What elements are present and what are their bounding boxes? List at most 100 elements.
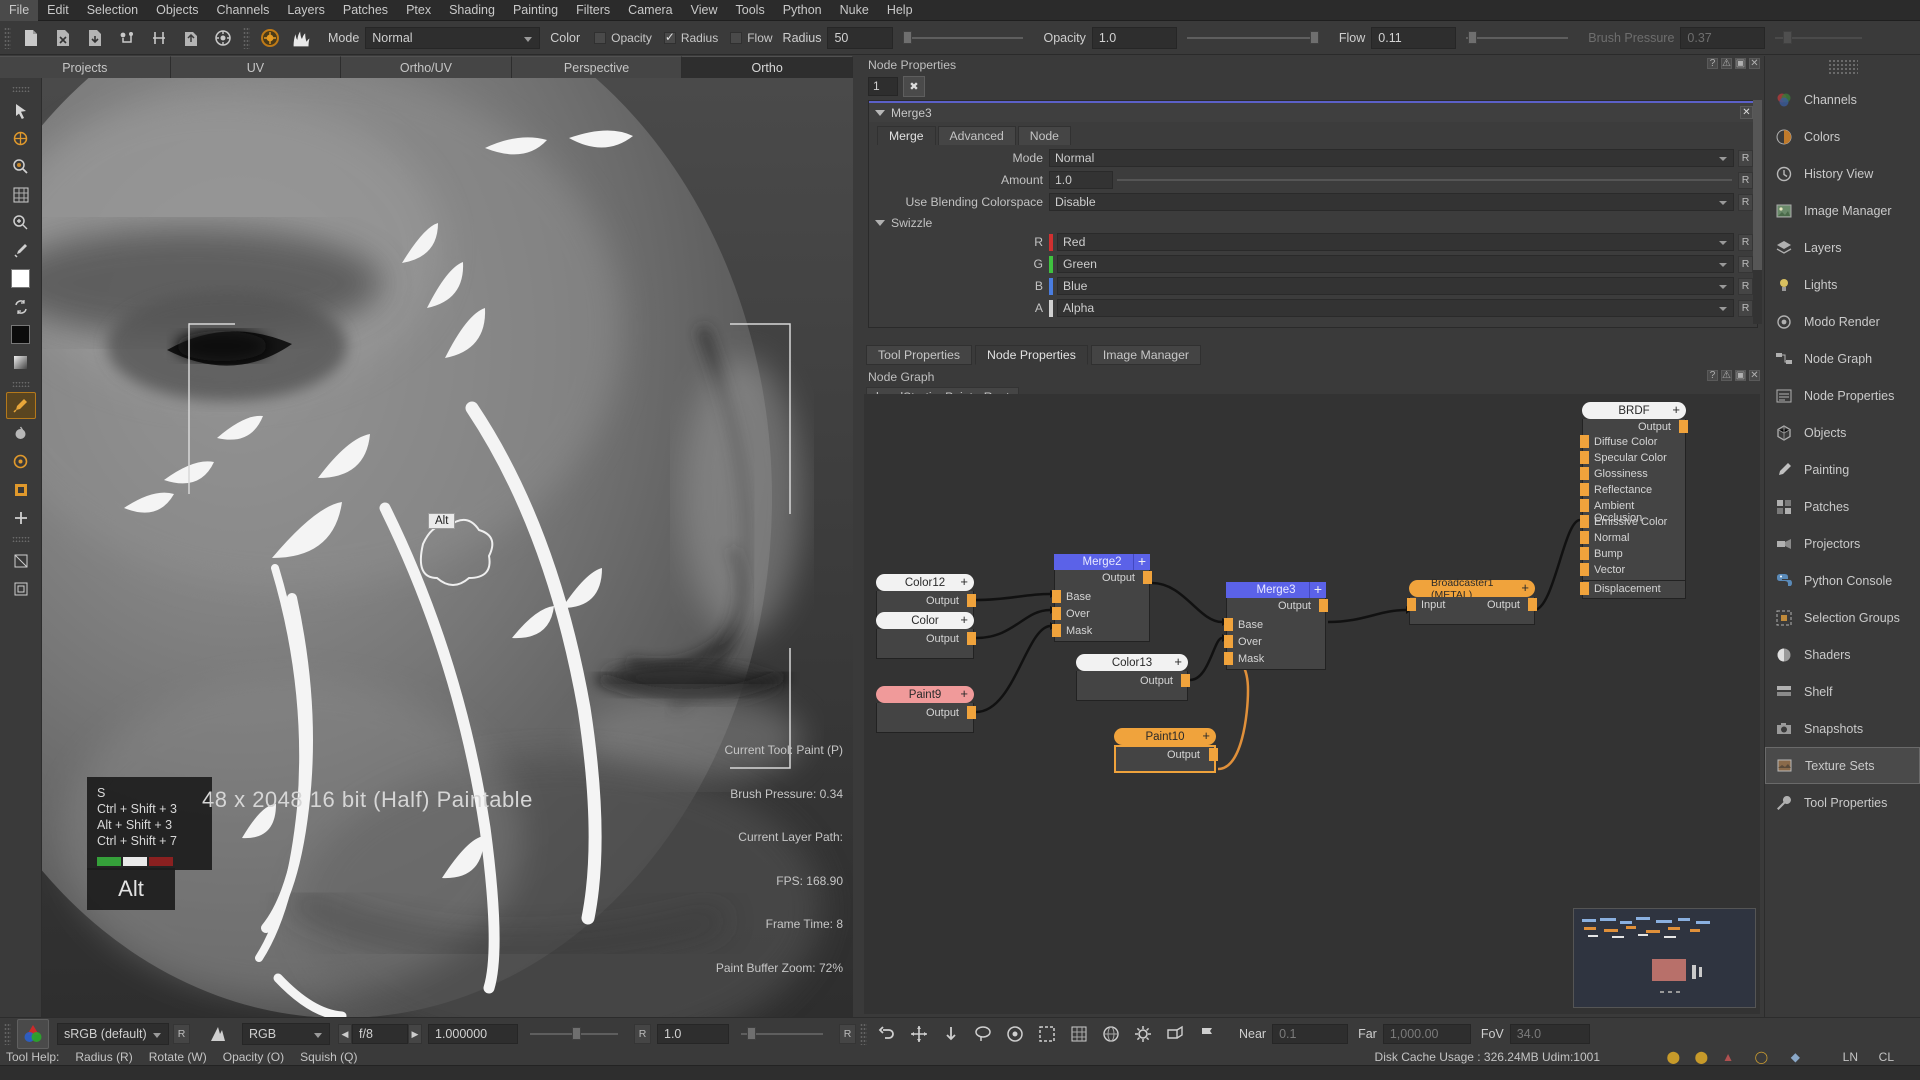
maximize-icon[interactable]: ▣	[1735, 370, 1746, 381]
opacity-slider[interactable]	[1183, 30, 1323, 44]
node-broadcaster1-input-port[interactable]	[1407, 598, 1416, 611]
fov-input[interactable]: 34.0	[1509, 1024, 1590, 1044]
node-merge2-body[interactable]: Output Base Over Mask	[1052, 570, 1152, 642]
close-panel-icon[interactable]: ✕	[1749, 370, 1760, 381]
swizzle-r-reset-button[interactable]: R	[1738, 233, 1753, 251]
expand-plus-icon[interactable]: +	[960, 612, 968, 628]
node-merge2-title[interactable]: Merge2 +	[1054, 553, 1150, 570]
expand-plus-icon[interactable]: +	[1314, 581, 1322, 598]
shortcut-rotate[interactable]: Rotate (W)	[149, 1050, 207, 1064]
node-color12-title[interactable]: Color12 +	[876, 574, 974, 591]
node-merge2[interactable]: Merge2 + Output Base Over Mask	[1052, 553, 1152, 642]
sidebar-item-channels[interactable]: Channels	[1765, 81, 1920, 118]
scrollbar-thumb[interactable]	[1753, 100, 1762, 270]
dropper-tool[interactable]	[6, 237, 36, 264]
amount-row-input[interactable]: 1.0	[1049, 171, 1113, 189]
menu-item-python[interactable]: Python	[774, 0, 831, 21]
menu-item-patches[interactable]: Patches	[334, 0, 397, 21]
fstop-decrement-icon[interactable]: ◀	[338, 1024, 352, 1044]
node-merge2-mask-port[interactable]	[1052, 624, 1061, 637]
gamma-curve-icon[interactable]	[204, 1021, 232, 1047]
node-color13-title[interactable]: Color13 +	[1076, 654, 1188, 671]
paint-brush-tool[interactable]	[5, 392, 36, 419]
collapse-triangle-icon[interactable]	[875, 109, 885, 116]
node-paint9-output-port[interactable]	[967, 706, 976, 719]
node-tab-advanced[interactable]: Advanced	[937, 126, 1016, 145]
menu-item-nuke[interactable]: Nuke	[831, 0, 878, 21]
shortcut-squish[interactable]: Squish (Q)	[300, 1050, 357, 1064]
sphere-view-icon[interactable]	[1097, 1021, 1125, 1047]
mode-reset-button[interactable]: R	[1738, 149, 1753, 167]
flow-toggle[interactable]: Flow	[730, 31, 773, 45]
node-merge3-base-port[interactable]	[1224, 618, 1233, 631]
node-broadcaster1-output-port[interactable]	[1528, 598, 1537, 611]
node-merge3-body[interactable]: Output Base Over Mask	[1224, 598, 1328, 670]
flow-slider[interactable]	[1462, 30, 1572, 44]
colorspace-row-combo[interactable]: Disable	[1049, 193, 1734, 211]
expand-plus-icon[interactable]: +	[1174, 654, 1182, 670]
colorspace-combo[interactable]: sRGB (default)	[57, 1023, 169, 1045]
error-triangle-icon[interactable]: ▲	[1722, 1050, 1734, 1064]
tool-strip-grip[interactable]	[11, 86, 30, 93]
tab-ortho-uv[interactable]: Ortho/UV	[341, 56, 512, 78]
far-input[interactable]: 1,000.00	[1382, 1024, 1471, 1044]
swizzle-g-reset-button[interactable]: R	[1738, 255, 1753, 273]
node-color-output-port[interactable]	[967, 632, 976, 645]
tab-uv[interactable]: UV	[170, 56, 342, 78]
swizzle-section-header[interactable]: Swizzle	[869, 214, 1757, 232]
node-brdf[interactable]: BRDF + Output Diffuse Color Specular Col…	[1580, 402, 1688, 599]
paint-through-tool[interactable]	[6, 476, 36, 503]
fstop-value[interactable]: f/8	[352, 1024, 408, 1044]
close-panel-icon[interactable]: ✕	[1749, 58, 1760, 69]
expand-plus-icon[interactable]: +	[960, 574, 968, 590]
grid-view-icon[interactable]	[1065, 1021, 1093, 1047]
bake-icon[interactable]	[209, 25, 237, 51]
node-brdf-bump-port[interactable]	[1580, 547, 1589, 560]
flow-checkbox[interactable]	[730, 31, 743, 44]
blend-mode-combo[interactable]: Normal	[365, 26, 541, 49]
node-paint9[interactable]: Paint9 + Output	[876, 686, 976, 733]
tab-perspective[interactable]: Perspective	[511, 56, 683, 78]
node-brdf-emissive-color-port[interactable]	[1580, 515, 1589, 528]
save-project-icon[interactable]	[81, 25, 109, 51]
mode-row-combo[interactable]: Normal	[1049, 149, 1734, 167]
node-broadcaster1-title[interactable]: Broadcaster1 (METAL) +	[1409, 577, 1535, 601]
swizzle-b-reset-button[interactable]: R	[1738, 277, 1753, 295]
radius-toggle[interactable]: Radius	[663, 30, 718, 45]
node-color-title[interactable]: Color +	[876, 612, 974, 629]
transform-tool[interactable]	[6, 125, 36, 152]
node-tab-merge[interactable]: Merge	[877, 126, 936, 145]
tab-projects[interactable]: Projects	[0, 56, 171, 78]
paint-bucket-icon[interactable]	[1001, 1021, 1029, 1047]
node-merge2-over-port[interactable]	[1052, 607, 1061, 620]
menu-item-channels[interactable]: Channels	[208, 0, 279, 21]
opacity-input[interactable]: 1.0	[1091, 26, 1177, 49]
opacity-toggle[interactable]: Opacity	[594, 31, 652, 45]
bottom-grip-2[interactable]	[860, 1023, 867, 1045]
menu-item-ptex[interactable]: Ptex	[397, 0, 440, 21]
shortcut-radius[interactable]: Radius (R)	[75, 1050, 132, 1064]
node-graph-minimap[interactable]	[1573, 908, 1756, 1008]
menu-item-shading[interactable]: Shading	[440, 0, 504, 21]
tab-ortho[interactable]: Ortho	[682, 56, 853, 78]
swizzle-a-reset-button[interactable]: R	[1738, 299, 1753, 317]
sidebar-item-objects[interactable]: Objects	[1765, 414, 1920, 451]
node-color[interactable]: Color + Output	[876, 612, 976, 659]
node-brdf-body[interactable]: Output Diffuse Color Specular Color Glos…	[1580, 419, 1688, 581]
node-merge2-output-port[interactable]	[1143, 571, 1152, 584]
menu-item-help[interactable]: Help	[878, 0, 922, 21]
gamma-slider[interactable]	[737, 1027, 827, 1040]
new-project-icon[interactable]	[17, 25, 45, 51]
mask-tool[interactable]	[6, 575, 36, 602]
unpin-icon[interactable]: ✖	[903, 76, 925, 97]
node-color-body[interactable]: Output	[876, 629, 976, 659]
fstop-increment-icon[interactable]: ▶	[408, 1024, 422, 1044]
node-merge2-base-port[interactable]	[1052, 590, 1061, 603]
sidebar-item-shelf[interactable]: Shelf	[1765, 673, 1920, 710]
select-marquee-icon[interactable]	[1033, 1021, 1061, 1047]
node-properties-scrollbar[interactable]	[1753, 100, 1762, 324]
add-tool[interactable]	[6, 504, 36, 531]
sidebar-item-node-properties[interactable]: Node Properties	[1765, 377, 1920, 414]
node-merge3-title[interactable]: Merge3 +	[1226, 581, 1326, 598]
node-properties-node-header[interactable]: Merge3 ✕	[869, 103, 1757, 122]
